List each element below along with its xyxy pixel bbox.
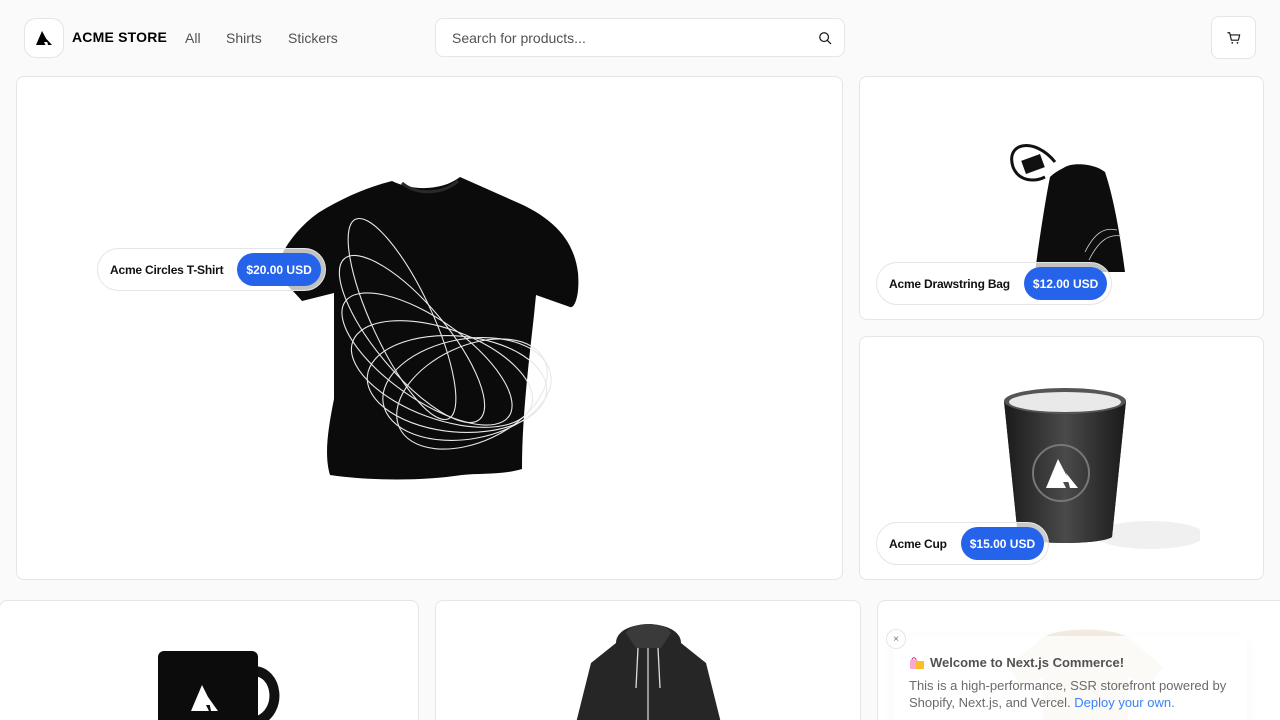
product-tile-acme-cup[interactable]: Acme Cup $15.00 USD bbox=[859, 336, 1264, 580]
search-box bbox=[435, 18, 845, 57]
product-label: Acme Drawstring Bag $12.00 USD bbox=[876, 262, 1113, 305]
search-icon[interactable] bbox=[818, 31, 832, 45]
close-icon: × bbox=[893, 633, 899, 645]
product-title: Acme Drawstring Bag bbox=[889, 276, 1010, 291]
toast-title-row: Welcome to Next.js Commerce! bbox=[909, 655, 1231, 670]
product-title: Acme Cup bbox=[889, 536, 947, 551]
price-badge: $12.00 USD bbox=[1023, 267, 1108, 300]
search-input[interactable] bbox=[436, 19, 844, 56]
product-label: Acme Cup $15.00 USD bbox=[876, 522, 1050, 565]
product-tile-drawstring-bag[interactable]: Acme Drawstring Bag $12.00 USD bbox=[859, 76, 1264, 320]
toast-body-text: This is a high-performance, SSR storefro… bbox=[909, 678, 1227, 710]
price-badge: $20.00 USD bbox=[237, 253, 321, 286]
product-label: Acme Circles T-Shirt $20.00 USD bbox=[97, 248, 326, 291]
nav-link-shirts[interactable]: Shirts bbox=[226, 30, 262, 46]
hoodie-image bbox=[576, 624, 721, 720]
close-toast-button[interactable]: × bbox=[886, 629, 906, 649]
toast-body: This is a high-performance, SSR storefro… bbox=[909, 677, 1231, 711]
mug-image bbox=[158, 651, 280, 720]
acme-logo-icon bbox=[36, 31, 52, 45]
tshirt-image bbox=[274, 177, 579, 480]
drawstring-bag-image bbox=[1010, 144, 1125, 272]
product-tile-mug[interactable] bbox=[0, 600, 419, 720]
nav-link-stickers[interactable]: Stickers bbox=[288, 30, 338, 46]
home-logo-link[interactable] bbox=[24, 18, 64, 58]
price-badge: $15.00 USD bbox=[960, 527, 1045, 560]
cart-button[interactable] bbox=[1211, 16, 1256, 59]
cart-icon bbox=[1226, 31, 1240, 44]
brand-name[interactable]: ACME STORE bbox=[72, 29, 167, 45]
product-title: Acme Circles T-Shirt bbox=[110, 262, 224, 277]
deploy-link[interactable]: Deploy your own. bbox=[1074, 695, 1174, 710]
welcome-toast: × Welcome to Next.js Commerce! This is a… bbox=[886, 629, 1247, 720]
product-tile-hoodie[interactable] bbox=[435, 600, 861, 720]
shopping-bags-icon bbox=[910, 656, 924, 669]
toast-title: Welcome to Next.js Commerce! bbox=[930, 655, 1125, 670]
nav-link-all[interactable]: All bbox=[185, 30, 201, 46]
site-header: ACME STORE All Shirts Stickers bbox=[0, 0, 1280, 76]
product-tile-circles-tshirt[interactable]: Acme Circles T-Shirt $20.00 USD bbox=[16, 76, 843, 580]
